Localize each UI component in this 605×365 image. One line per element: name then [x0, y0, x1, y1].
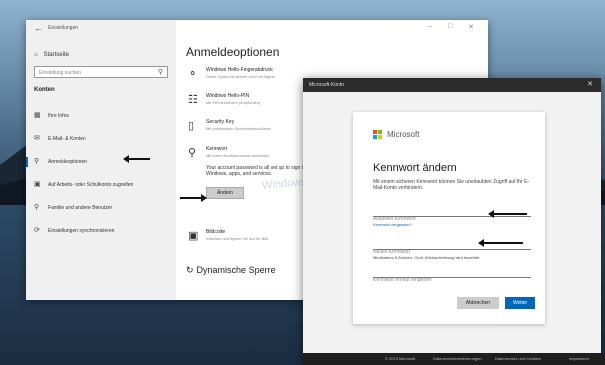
footer-imprint-link[interactable]: Impressum [569, 356, 589, 361]
annotation-arrow-new-password [478, 239, 523, 247]
dialog-description: Mit einem sicheren Kennwort können Sie u… [373, 179, 530, 191]
password-hint: Mindestens 8 Zeichen; Groß-/Kleinschreib… [373, 255, 480, 260]
footer-terms-link[interactable]: Datenschutz und Cookies [495, 356, 541, 361]
search-placeholder: Einstellung suchen [39, 70, 81, 76]
sidebar-item-work-school[interactable]: ▣ Auf Arbeits- oder Schulkonto zugreifen [34, 179, 174, 191]
sync-icon: ⟳ [34, 227, 40, 234]
dialog-footer: © 2019 Microsoft Datenschutzbestimmungen… [303, 353, 605, 365]
footer-privacy-link[interactable]: Datenschutzbestimmungen [433, 356, 481, 361]
dialog-title: Microsoft-Konto [309, 82, 345, 88]
confirm-password-input[interactable] [373, 275, 531, 285]
person-add-icon: ⚲ [34, 204, 40, 211]
sidebar-item-your-info[interactable]: ▦ Ihre Infos [34, 110, 174, 122]
password-description: Your account password is all set up to s… [206, 165, 312, 177]
sidebar-section-title: Konten [34, 87, 55, 93]
settings-search-input[interactable]: Einstellung suchen ⚲ [34, 66, 168, 78]
brand-name: Microsoft [387, 130, 420, 139]
microsoft-logo-icon [373, 130, 383, 140]
key-icon: ⚲ [34, 158, 40, 165]
sidebar-item-sign-in-options[interactable]: ⚲ Anmeldeoptionen [26, 156, 174, 168]
confirm-password-field[interactable] [373, 268, 531, 285]
microsoft-account-dialog: Microsoft-Konto ✕ Microsoft Kennwort änd… [303, 78, 601, 365]
close-icon[interactable]: ✕ [587, 80, 593, 88]
annotation-arrow-current-password [488, 210, 527, 218]
fingerprint-icon: ⚬ [188, 68, 198, 80]
picture-icon: ▣ [188, 230, 199, 242]
window-title: Einstellungen [48, 25, 79, 31]
home-icon: ⌂ [34, 52, 38, 58]
change-password-button[interactable]: Ändern [206, 187, 244, 199]
person-card-icon: ▦ [34, 112, 41, 119]
forgot-password-link[interactable]: Kennwort vergessen? [373, 222, 412, 227]
sidebar-home[interactable]: ⌂ Startseite [34, 52, 69, 58]
annotation-arrow-change [180, 194, 207, 202]
sidebar-item-email-accounts[interactable]: ✉ E-Mail- & Konten [34, 133, 174, 145]
dynamic-lock-icon: ↻ [186, 265, 194, 275]
back-arrow-icon[interactable]: ← [34, 23, 43, 33]
dialog-heading: Kennwort ändern [373, 162, 457, 174]
dynamic-lock-heading: ↻ Dynamische Sperre [186, 265, 276, 275]
cancel-button[interactable]: Abbrechen [457, 297, 499, 309]
password-change-card: Microsoft Kennwort ändern Mit einem sich… [353, 112, 545, 324]
footer-copyright: © 2019 Microsoft [385, 356, 416, 361]
annotation-arrow-sidebar [123, 155, 150, 163]
usb-key-icon: ▯ [188, 120, 195, 132]
page-title: Anmeldeoptionen [186, 45, 280, 59]
briefcase-icon: ▣ [34, 181, 41, 188]
next-button[interactable]: Weiter [505, 297, 535, 309]
sidebar-item-family[interactable]: ⚲ Familie und andere Benutzer [34, 202, 174, 214]
mail-icon: ✉ [34, 135, 40, 142]
keypad-icon: ☷ [188, 94, 198, 106]
sidebar-item-sync[interactable]: ⟳ Einstellungen synchronisieren [34, 225, 174, 237]
dialog-titlebar: Microsoft-Konto ✕ [303, 78, 601, 92]
search-icon: ⚲ [157, 69, 163, 76]
key-icon: ⚲ [188, 147, 197, 159]
current-password-field[interactable] [373, 207, 531, 224]
